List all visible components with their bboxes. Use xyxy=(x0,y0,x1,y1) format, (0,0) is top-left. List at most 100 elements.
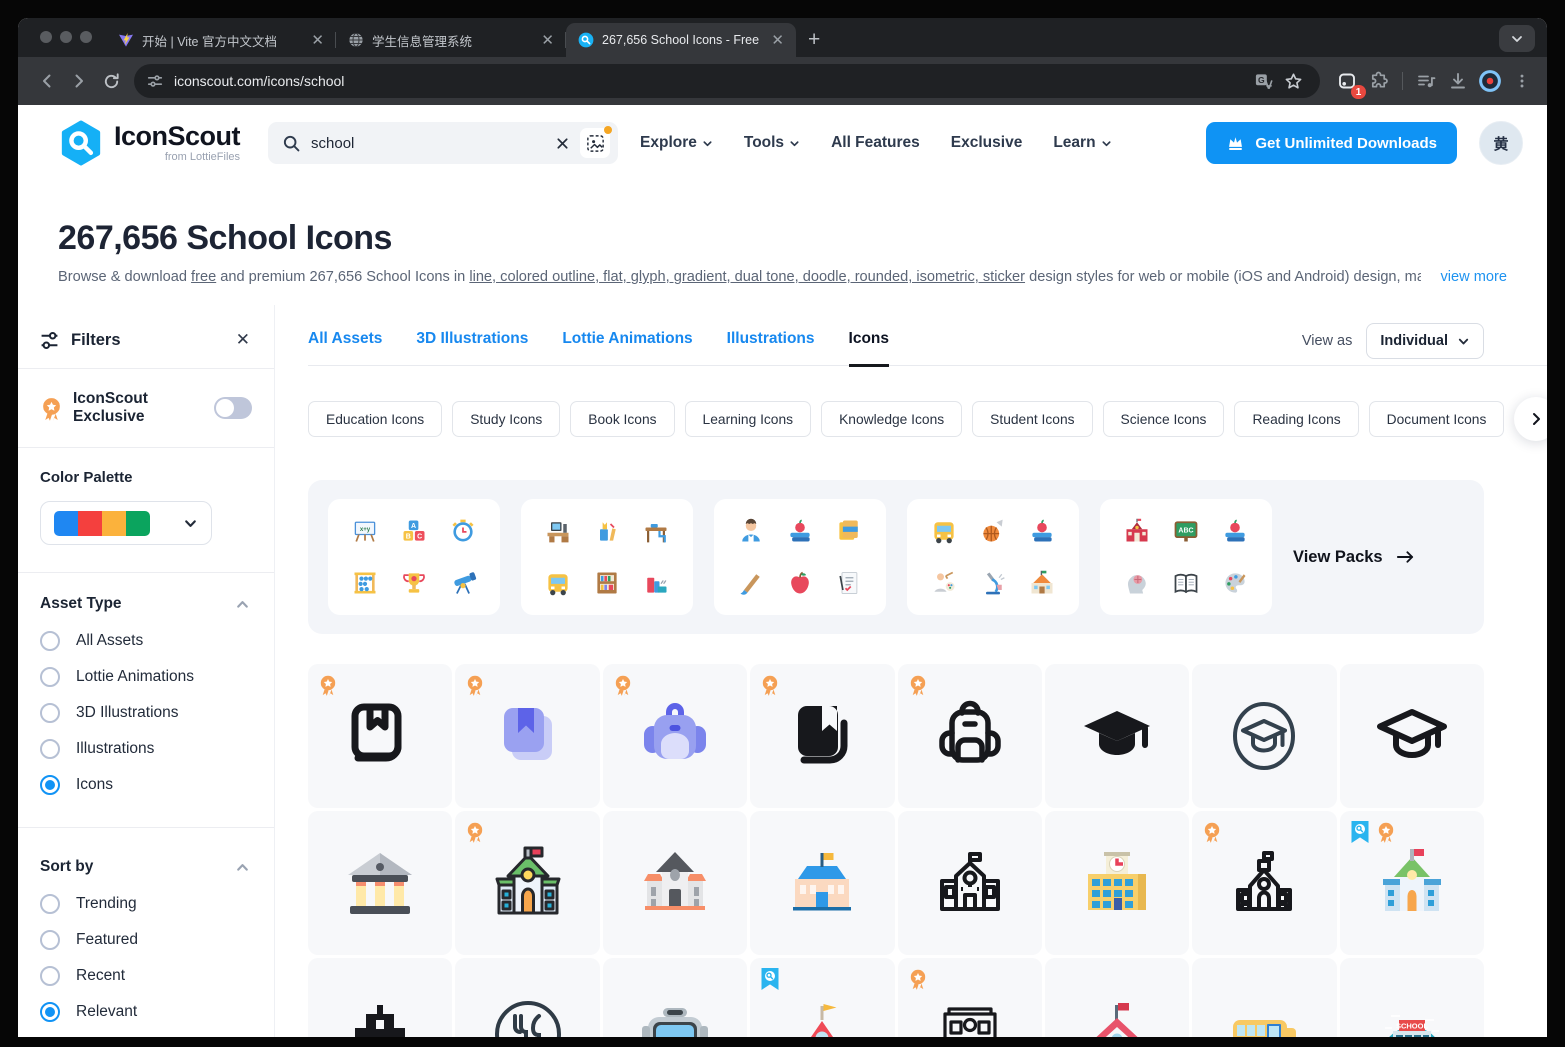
icon-cell-backpack-outline[interactable] xyxy=(897,664,1042,808)
chip-student-icons[interactable]: Student Icons xyxy=(972,401,1093,437)
iconscout-logo[interactable]: IconScout from LottieFiles xyxy=(58,120,241,166)
icon-cell-book-solid[interactable] xyxy=(750,664,895,808)
icon-cell-grad-cap-circle[interactable] xyxy=(1192,664,1337,808)
icon-pack-card-1[interactable]: x+y A B C xyxy=(328,499,500,615)
tab-close-icon[interactable]: ✕ xyxy=(307,31,328,49)
window-zoom-button[interactable] xyxy=(80,31,92,43)
icon-cell-school-peach[interactable] xyxy=(750,811,895,955)
icon-cell-building-solid[interactable] xyxy=(308,958,453,1037)
tab-close-icon[interactable]: ✕ xyxy=(537,31,558,49)
icon-cell-building-coral[interactable] xyxy=(602,811,748,955)
icon-cell-school-red-flag[interactable] xyxy=(750,958,895,1037)
view-as-dropdown[interactable]: Individual xyxy=(1366,323,1484,359)
tab-3d-illustrations[interactable]: 3D Illustrations xyxy=(416,330,528,365)
view-packs-link[interactable]: View Packs xyxy=(1293,548,1415,567)
chevron-up-icon[interactable] xyxy=(235,860,250,875)
extension-button[interactable]: 1 xyxy=(1332,66,1366,99)
get-unlimited-downloads-button[interactable]: Get Unlimited Downloads xyxy=(1206,122,1457,164)
icon-cell-backpack-flat[interactable] xyxy=(602,664,748,808)
description-link[interactable]: free xyxy=(191,269,216,285)
search-input[interactable]: school xyxy=(311,135,545,152)
url-text[interactable]: iconscout.com/icons/school xyxy=(174,73,1248,89)
image-search-button[interactable] xyxy=(580,126,613,158)
radio-button[interactable] xyxy=(40,930,60,950)
icon-cell-bank-building[interactable] xyxy=(308,811,453,955)
sort-by-featured[interactable]: Featured xyxy=(18,922,274,958)
icon-cell-book-flat[interactable] xyxy=(455,664,600,808)
window-controls[interactable] xyxy=(40,31,92,43)
extensions-menu-button[interactable] xyxy=(1364,66,1394,96)
downloads-button[interactable] xyxy=(1443,66,1473,96)
clear-search-icon[interactable] xyxy=(555,136,570,151)
icon-cell-school-yellow[interactable] xyxy=(1044,811,1190,955)
tab-lottie-animations[interactable]: Lottie Animations xyxy=(562,330,692,365)
icon-cell-school-bus[interactable] xyxy=(1192,958,1337,1037)
nav-item-all-features[interactable]: All Features xyxy=(831,134,920,152)
browser-tab-3[interactable]: 267,656 School Icons - Free ✕ xyxy=(566,23,796,57)
asset-type-3d-illustrations[interactable]: 3D Illustrations xyxy=(18,695,274,731)
icon-cell-grad-cap-outline[interactable] xyxy=(1339,664,1484,808)
chip-science-icons[interactable]: Science Icons xyxy=(1102,401,1225,437)
sort-by-recent[interactable]: Recent xyxy=(18,958,274,994)
user-avatar[interactable]: 黄 xyxy=(1479,121,1523,165)
site-info-icon[interactable] xyxy=(146,72,164,90)
description-link[interactable]: line, colored outline, flat, glyph, grad… xyxy=(469,269,1025,285)
back-button[interactable] xyxy=(32,66,62,96)
radio-button[interactable] xyxy=(40,739,60,759)
browser-menu-button[interactable] xyxy=(1507,66,1537,96)
view-more-link[interactable]: view more xyxy=(1441,269,1508,285)
chip-learning-icons[interactable]: Learning Icons xyxy=(684,401,812,437)
icon-pack-card-4[interactable] xyxy=(907,499,1079,615)
chips-next-button[interactable] xyxy=(1514,397,1547,441)
chevron-up-icon[interactable] xyxy=(235,597,250,612)
icon-cell-school-outline-3[interactable] xyxy=(897,958,1042,1037)
chip-knowledge-icons[interactable]: Knowledge Icons xyxy=(821,401,963,437)
reload-button[interactable] xyxy=(96,66,126,96)
asset-type-lottie-animations[interactable]: Lottie Animations xyxy=(18,659,274,695)
icon-pack-card-3[interactable] xyxy=(714,499,886,615)
radio-button[interactable] xyxy=(40,667,60,687)
close-filters-icon[interactable]: ✕ xyxy=(236,330,250,350)
icon-pack-card-2[interactable] xyxy=(521,499,693,615)
window-minimize-button[interactable] xyxy=(60,31,72,43)
asset-type-all-assets[interactable]: All Assets xyxy=(18,623,274,659)
chip-education-icons[interactable]: Education Icons xyxy=(308,401,443,437)
sort-by-trending[interactable]: Trending xyxy=(18,886,274,922)
chip-reading-icons[interactable]: Reading Icons xyxy=(1234,401,1359,437)
search-box[interactable]: school xyxy=(268,122,619,164)
new-tab-button[interactable]: + xyxy=(796,23,832,57)
radio-button[interactable] xyxy=(40,1002,60,1022)
radio-button[interactable] xyxy=(40,775,60,795)
icon-cell-book-outline[interactable] xyxy=(308,664,453,808)
asset-type-illustrations[interactable]: Illustrations xyxy=(18,731,274,767)
sort-by-relevant[interactable]: Relevant xyxy=(18,994,274,1030)
nav-item-tools[interactable]: Tools xyxy=(744,134,800,152)
icon-cell-school-green-blue[interactable] xyxy=(1339,811,1484,955)
nav-item-exclusive[interactable]: Exclusive xyxy=(951,134,1023,152)
chip-document-icons[interactable]: Document Icons xyxy=(1368,401,1505,437)
asset-type-icons[interactable]: Icons xyxy=(18,767,274,803)
icon-cell-school-outline-2[interactable] xyxy=(1192,811,1337,955)
tab-all-assets[interactable]: All Assets xyxy=(308,330,382,365)
browser-tab-1[interactable]: 开始 | Vite 官方中文文档 ✕ xyxy=(106,23,336,57)
nav-item-learn[interactable]: Learn xyxy=(1053,134,1111,152)
color-palette-dropdown[interactable] xyxy=(40,501,212,545)
icon-cell-schoolhouse-red[interactable] xyxy=(1044,958,1190,1037)
radio-button[interactable] xyxy=(40,631,60,651)
tab-illustrations[interactable]: Illustrations xyxy=(727,330,815,365)
radio-button[interactable] xyxy=(40,894,60,914)
bookmark-button[interactable] xyxy=(1278,66,1308,96)
icon-cell-vr-headset[interactable] xyxy=(602,958,748,1037)
profile-button[interactable] xyxy=(1475,66,1505,96)
nav-item-explore[interactable]: Explore xyxy=(640,134,713,152)
exclusive-toggle[interactable] xyxy=(214,397,252,419)
icon-cell-school-outline-1[interactable] xyxy=(897,811,1042,955)
icon-cell-school-dome[interactable]: SCHOOL xyxy=(1339,958,1484,1037)
forward-button[interactable] xyxy=(64,66,94,96)
chip-book-icons[interactable]: Book Icons xyxy=(570,401,675,437)
translate-button[interactable]: G xyxy=(1248,66,1278,96)
icon-pack-card-5[interactable]: ABC xyxy=(1100,499,1272,615)
icon-cell-fork-circle[interactable] xyxy=(455,958,600,1037)
radio-button[interactable] xyxy=(40,966,60,986)
tab-icons[interactable]: Icons xyxy=(848,330,890,367)
